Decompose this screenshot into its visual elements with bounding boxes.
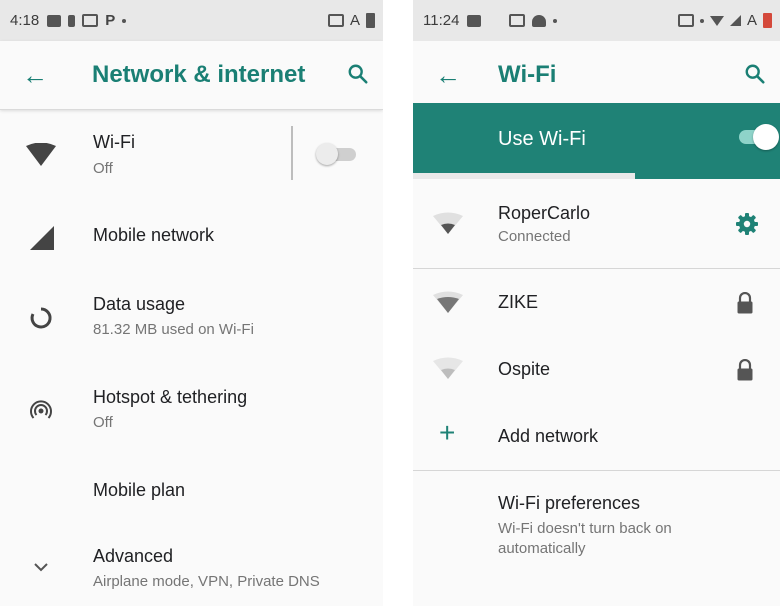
setting-data-usage[interactable]: Data usage 81.32 MB used on Wi-Fi [0, 280, 383, 360]
plus-icon: + [439, 417, 456, 448]
add-network-label: Add network [498, 426, 599, 446]
status-bar: 4:18 P A [0, 0, 383, 41]
setting-subtitle: 81.32 MB used on Wi-Fi [93, 321, 254, 338]
app-bar: ← Wi-Fi [413, 41, 780, 109]
network-item[interactable]: ZIKE [413, 272, 780, 336]
wifi-preferences[interactable]: Wi-Fi preferences Wi-Fi doesn't turn bac… [413, 474, 780, 584]
app-notification-icon [467, 14, 482, 27]
toggle-knob [753, 124, 779, 150]
setting-mobile-network[interactable]: Mobile network [0, 205, 383, 265]
setting-title: Hotspot & tethering [93, 387, 248, 407]
network-name: RoperCarlo [498, 203, 591, 223]
wifi-signal-icon [433, 291, 463, 313]
person-notification-icon [532, 14, 547, 27]
network-name: ZIKE [498, 292, 539, 312]
network-item[interactable]: RoperCarlo Connected [413, 190, 780, 266]
person-notification-icon [68, 14, 76, 27]
use-wifi-label: Use Wi-Fi [498, 128, 586, 150]
toggle-knob [316, 143, 338, 165]
setting-title: Mobile plan [93, 480, 186, 500]
use-wifi-toggle[interactable] [739, 124, 779, 150]
more-notifications-icon [122, 18, 127, 23]
app-bar: ← Network & internet [0, 41, 383, 110]
status-time: 11:24 [423, 12, 460, 29]
divider [413, 268, 780, 269]
lock-icon [737, 292, 753, 314]
setting-title: Data usage [93, 294, 186, 314]
setting-mobile-plan[interactable]: Mobile plan [0, 460, 383, 520]
network-item[interactable]: Ospite [413, 338, 780, 402]
divider [413, 470, 780, 471]
progress-underline [413, 173, 635, 179]
system-status-icons: A [327, 0, 375, 41]
network-internet-screen: 4:18 P A ← Network & internet Wi-Fi Off [0, 0, 383, 606]
setting-subtitle: Off [93, 160, 113, 177]
preferences-subtitle: Wi-Fi doesn't turn back on automatically [498, 520, 672, 557]
setting-title: Advanced [93, 546, 174, 566]
p-notification-icon: P [105, 12, 116, 29]
setting-subtitle: Off [93, 414, 113, 431]
notification-icons [467, 14, 558, 27]
use-wifi-row[interactable]: Use Wi-Fi [413, 103, 780, 179]
more-notifications-icon [553, 18, 558, 23]
search-icon[interactable] [347, 63, 369, 85]
setting-title: Wi-Fi [93, 132, 135, 152]
wifi-toggle[interactable] [316, 143, 356, 165]
preferences-title: Wi-Fi preferences [498, 493, 641, 513]
cast-icon [327, 14, 344, 27]
notification-icons: P [47, 12, 127, 29]
lock-icon [737, 359, 753, 381]
back-arrow-icon[interactable]: ← [435, 62, 463, 90]
data-dot-icon [699, 18, 704, 23]
search-icon[interactable] [744, 63, 766, 85]
wifi-signal-icon [433, 212, 463, 234]
signal-icon [729, 15, 741, 26]
image-notification-icon [509, 14, 526, 27]
status-time: 4:18 [10, 12, 40, 29]
add-network-button[interactable]: + Add network [413, 406, 780, 466]
wifi-signal-icon [433, 357, 463, 379]
battery-icon [366, 13, 375, 28]
image-notification-icon [82, 14, 99, 27]
gear-icon[interactable] [735, 212, 759, 236]
status-bar: 11:24 A [413, 0, 780, 41]
cast-icon [677, 14, 694, 27]
back-arrow-icon[interactable]: ← [22, 62, 50, 90]
divider [291, 126, 293, 180]
data-usage-icon [26, 303, 56, 333]
app-notification-icon [47, 14, 62, 27]
setting-advanced[interactable]: Advanced Airplane mode, VPN, Private DNS [0, 532, 383, 606]
setting-hotspot[interactable]: Hotspot & tethering Off [0, 373, 383, 453]
chevron-down-icon [26, 552, 56, 582]
cell-signal-icon [26, 222, 56, 252]
setting-subtitle: Airplane mode, VPN, Private DNS [93, 573, 320, 590]
page-title: Network & internet [92, 61, 306, 88]
wifi-status-icon [709, 15, 724, 26]
network-status: Connected [498, 228, 571, 245]
hotspot-icon [26, 395, 56, 425]
setting-title: Mobile network [93, 225, 215, 245]
status-a-text: A [349, 12, 360, 29]
page-title: Wi-Fi [498, 61, 557, 88]
wifi-icon [26, 140, 56, 170]
status-a-text: A [746, 12, 757, 29]
battery-icon [763, 13, 772, 28]
wifi-screen: 11:24 A ← Wi-Fi Use Wi-Fi RoperCarlo Con… [413, 0, 780, 606]
system-status-icons: A [677, 0, 772, 41]
network-name: Ospite [498, 359, 551, 379]
